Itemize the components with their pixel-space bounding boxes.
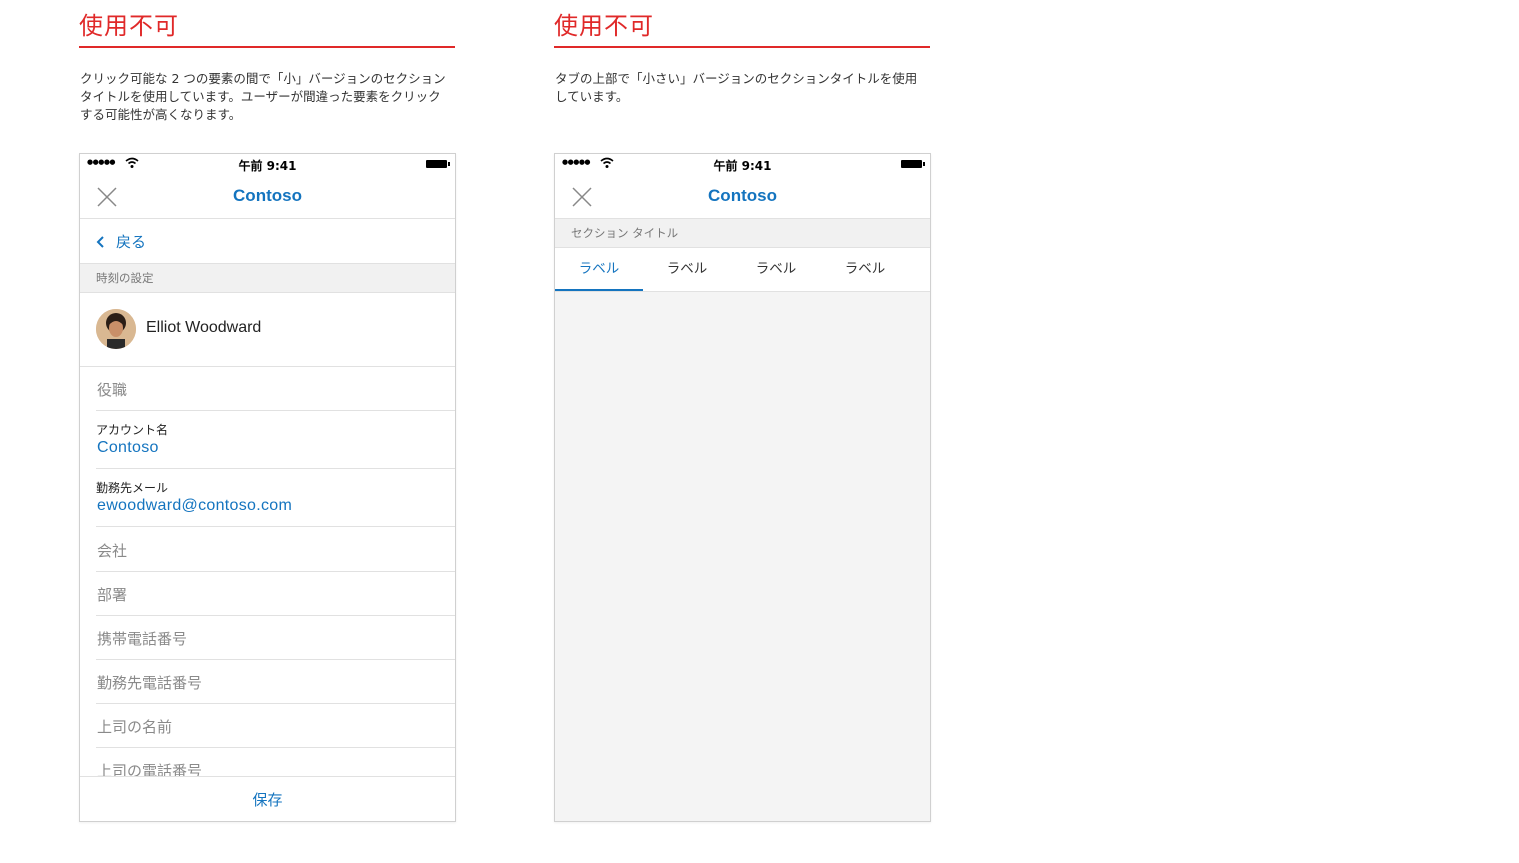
heading-rule: [79, 46, 455, 48]
person-name: Elliot Woodward: [146, 319, 262, 336]
section-title: セクション タイトル: [555, 219, 930, 248]
account-name-field[interactable]: アカウント名 Contoso: [96, 411, 455, 469]
description-line: クリック可能な 2 つの要素の間で「小」バージョンのセクション: [80, 71, 446, 86]
tab-content: [555, 292, 930, 821]
work-phone-field[interactable]: 勤務先電話番号: [96, 660, 455, 704]
field-placeholder: 上司の名前: [97, 718, 173, 736]
description-line: タイトルを使用しています。ユーザーが間違った要素をクリック: [80, 89, 441, 104]
nav-bar: Contoso: [555, 174, 930, 219]
status-time: 午前 9:41: [713, 159, 772, 173]
company-field[interactable]: 会社: [96, 528, 455, 572]
tab-4[interactable]: ラベル: [821, 249, 909, 291]
department-field[interactable]: 部署: [96, 572, 455, 616]
field-placeholder: 携帯電話番号: [97, 630, 188, 648]
section-title: 時刻の設定: [80, 264, 455, 293]
title-field[interactable]: 役職: [96, 367, 455, 411]
field-value: ewoodward@contoso.com: [97, 497, 293, 514]
nav-title: Contoso: [708, 186, 777, 205]
save-bar: 保存: [80, 776, 455, 821]
status-bar: ●●●●● 午前 9:41: [80, 154, 455, 174]
manager-name-field[interactable]: 上司の名前: [96, 704, 455, 748]
field-placeholder: 部署: [97, 586, 128, 604]
tab-3[interactable]: ラベル: [732, 249, 820, 291]
field-label: アカウント名: [96, 423, 169, 437]
field-placeholder: 勤務先電話番号: [97, 674, 203, 692]
tab-2[interactable]: ラベル: [643, 249, 731, 291]
field-label: 勤務先メール: [96, 481, 169, 495]
dont-heading: 使用不可: [554, 12, 654, 40]
dont-heading: 使用不可: [79, 12, 179, 40]
work-email-field[interactable]: 勤務先メール ewoodward@contoso.com: [96, 469, 455, 527]
description-line: しています。: [555, 89, 629, 104]
status-bar: ●●●●● 午前 9:41: [555, 154, 930, 174]
description: クリック可能な 2 つの要素の間で「小」バージョンのセクション タイトルを使用し…: [80, 70, 446, 124]
back-label: 戻る: [116, 233, 147, 251]
phone-mockup: ●●●●● 午前 9:41 Contoso セクション タイトル ラベル ラベル…: [554, 153, 931, 822]
nav-bar: Contoso: [80, 174, 455, 219]
status-time: 午前 9:41: [238, 159, 297, 173]
phone-mockup: ●●●●● 午前 9:41 Contoso 戻る 時刻の設定 Elliot Wo…: [79, 153, 456, 822]
battery-icon: [901, 160, 925, 168]
avatar: [96, 309, 136, 349]
battery-icon: [426, 160, 450, 168]
description-line: する可能性が高くなります。: [80, 107, 242, 122]
tab-1[interactable]: ラベル: [555, 249, 643, 291]
heading-rule: [554, 46, 930, 48]
tab-bar: ラベル ラベル ラベル ラベル: [555, 249, 930, 292]
mobile-phone-field[interactable]: 携帯電話番号: [96, 616, 455, 660]
person-row[interactable]: Elliot Woodward: [80, 294, 455, 367]
field-placeholder: 会社: [97, 542, 128, 560]
field-placeholder: 役職: [97, 381, 128, 399]
description: タブの上部で「小さい」バージョンのセクションタイトルを使用 しています。: [555, 70, 918, 106]
description-line: タブの上部で「小さい」バージョンのセクションタイトルを使用: [555, 71, 918, 86]
back-link[interactable]: 戻る: [80, 219, 455, 264]
save-button[interactable]: 保存: [80, 777, 455, 821]
chevron-left-icon: [96, 236, 104, 248]
field-value: Contoso: [97, 439, 159, 456]
nav-title: Contoso: [233, 186, 302, 205]
